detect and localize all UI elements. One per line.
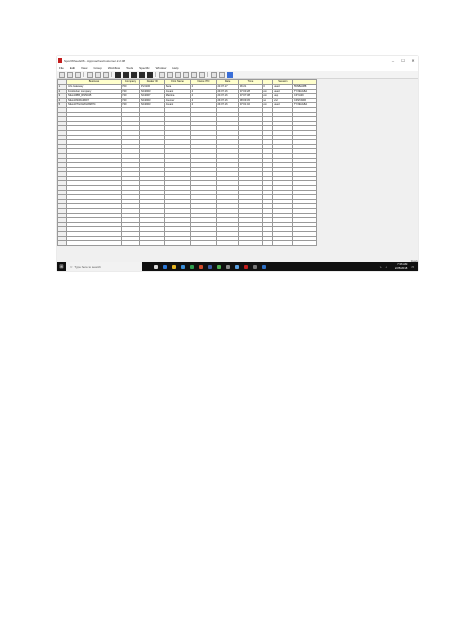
- volume-icon[interactable]: ♪: [385, 265, 386, 269]
- clock-date: 2/25/2018: [394, 265, 408, 270]
- undo-icon[interactable]: [87, 71, 93, 78]
- chrome-icon[interactable]: [217, 264, 221, 269]
- clock[interactable]: 7:36 AM 2/25/2018: [391, 263, 407, 269]
- edge-icon[interactable]: [163, 264, 167, 269]
- toolbar-separator: [155, 72, 156, 77]
- minimize-button[interactable]: –: [388, 58, 398, 63]
- grid-cell[interactable]: [164, 240, 191, 246]
- toolbar-separator: [207, 72, 208, 77]
- title-bar: SportWheels06 - ApproachesCustomer.2.2.0…: [57, 56, 418, 65]
- taskbar: ⊞ ○ Type here to search ⌁ ♪ 7:36 AM 2/25…: [57, 262, 418, 271]
- toolbar-separator: [111, 72, 112, 77]
- windows-logo-icon[interactable]: ⊞: [57, 262, 66, 271]
- grid-cell[interactable]: [189, 240, 217, 246]
- word-icon[interactable]: [208, 264, 212, 269]
- file-explorer-icon[interactable]: [172, 264, 176, 269]
- taskbar-apps: [154, 264, 271, 269]
- search-icon: ○: [70, 264, 73, 269]
- menu-help[interactable]: Help: [172, 66, 178, 70]
- menu-group[interactable]: Group: [93, 66, 101, 70]
- report-icon[interactable]: [191, 71, 197, 78]
- sportwheels-app-icon[interactable]: [244, 264, 248, 269]
- close-button[interactable]: ✕: [408, 58, 418, 63]
- app-logo-icon: [58, 58, 62, 63]
- last-record-icon[interactable]: [139, 71, 145, 78]
- menu-window[interactable]: Window: [156, 66, 167, 70]
- grid-cell[interactable]: [215, 240, 240, 246]
- menu-tools[interactable]: Tools: [126, 66, 133, 70]
- row-number[interactable]: [57, 240, 68, 246]
- app-icon[interactable]: [262, 264, 266, 269]
- form-icon[interactable]: [183, 71, 189, 78]
- grid-cell[interactable]: [272, 240, 294, 246]
- grid-cell[interactable]: [120, 240, 141, 246]
- redo-icon[interactable]: [95, 71, 101, 78]
- toolbar: [57, 71, 418, 79]
- table-row[interactable]: [57, 240, 317, 246]
- app-icon[interactable]: [226, 264, 230, 269]
- save-icon[interactable]: [59, 71, 65, 78]
- maximize-button[interactable]: ☐: [398, 58, 408, 63]
- info-icon[interactable]: [219, 71, 225, 78]
- sort-icon[interactable]: [167, 71, 173, 78]
- settings-icon[interactable]: [211, 71, 217, 78]
- chart-icon[interactable]: [199, 71, 205, 78]
- previous-record-icon[interactable]: [123, 71, 129, 78]
- next-record-icon[interactable]: [131, 71, 137, 78]
- new-record-icon[interactable]: [147, 71, 153, 78]
- grid-cell[interactable]: [66, 240, 122, 246]
- store-icon[interactable]: [181, 264, 185, 269]
- notification-icon[interactable]: ▭: [411, 265, 414, 269]
- task-view-icon[interactable]: [154, 264, 158, 269]
- toolbar-separator: [83, 72, 84, 77]
- system-tray: ⌁ ♪ 7:36 AM 2/25/2018 ▭: [376, 263, 418, 269]
- grid-icon[interactable]: [175, 71, 181, 78]
- data-grid-area: Business Company Dealer ID First Name Name I…: [57, 79, 418, 260]
- print-icon[interactable]: [67, 71, 73, 78]
- grid-cell[interactable]: [139, 240, 166, 246]
- grid-cell[interactable]: [261, 240, 274, 246]
- app-window: SportWheels06 - ApproachesCustomer.2.2.0…: [57, 56, 418, 271]
- grid-cell[interactable]: [238, 240, 263, 246]
- menu-edit[interactable]: Edit: [70, 66, 75, 70]
- menu-file[interactable]: File: [59, 66, 64, 70]
- search-placeholder: Type here to search: [74, 264, 101, 269]
- filter-icon[interactable]: [159, 71, 165, 78]
- app-icon[interactable]: [253, 264, 257, 269]
- outlook-icon[interactable]: [235, 264, 239, 269]
- grid-cell[interactable]: [292, 240, 317, 246]
- data-grid: Business Company Dealer ID First Name Name I…: [57, 79, 317, 246]
- cut-icon[interactable]: [103, 71, 109, 78]
- preview-icon[interactable]: [75, 71, 81, 78]
- powerpoint-icon[interactable]: [199, 264, 203, 269]
- network-icon[interactable]: ⌁: [380, 265, 382, 269]
- first-record-icon[interactable]: [115, 71, 121, 78]
- window-title: SportWheels06 - ApproachesCustomer.2.2.0…: [64, 58, 126, 63]
- help-icon[interactable]: [227, 71, 233, 78]
- menu-workflow[interactable]: Workflow: [108, 66, 120, 70]
- menu-view[interactable]: View: [81, 66, 87, 70]
- menu-specific[interactable]: Specific: [139, 66, 150, 70]
- excel-icon[interactable]: [190, 264, 194, 269]
- taskbar-search[interactable]: ○ Type here to search: [66, 262, 142, 271]
